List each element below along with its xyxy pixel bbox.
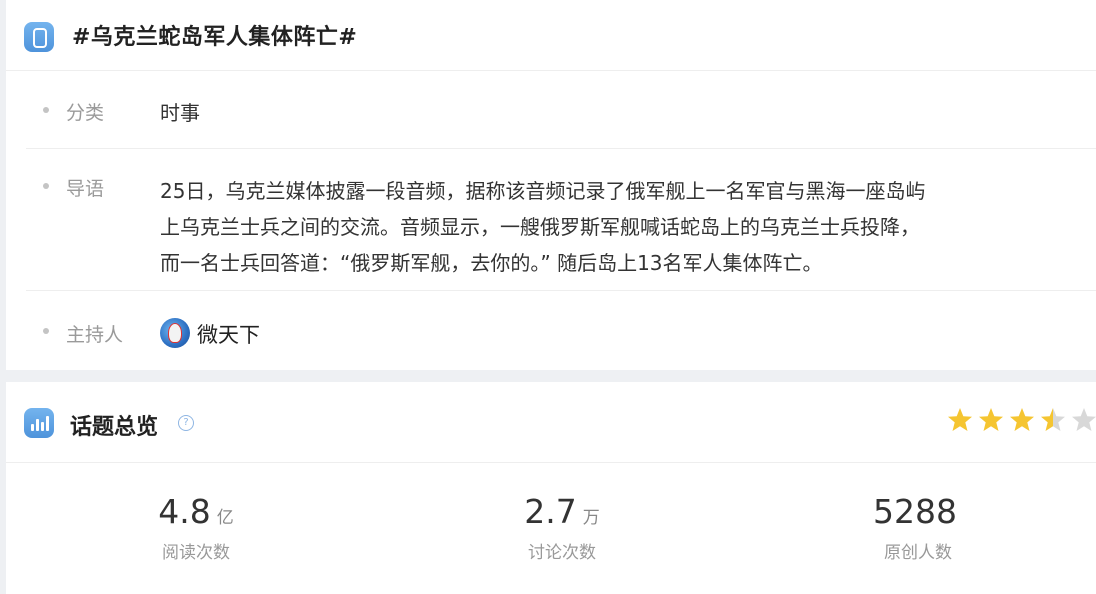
stat-original-authors: 5288 原创人数 xyxy=(818,492,1018,563)
bullet-dot xyxy=(43,183,49,189)
bullet-dot xyxy=(43,328,49,334)
host-label: 主持人 xyxy=(66,324,124,346)
stat-discussion-count: 2.7 万 讨论次数 xyxy=(462,492,662,563)
stat-label: 原创人数 xyxy=(884,543,952,563)
topic-card: #乌克兰蛇岛军人集体阵亡# 分类 时事 导语 25日，乌克兰媒体披露一段音频，据… xyxy=(6,0,1096,370)
star-icon xyxy=(979,408,1003,431)
category-row: 分类 时事 xyxy=(26,70,1096,149)
intro-line: 25日，乌克兰媒体披露一段音频，据称该音频记录了俄军舰上一名军官与黑海一座岛屿 xyxy=(160,179,926,203)
overview-header: 话题总览 ? xyxy=(6,382,1096,463)
category-value[interactable]: 时事 xyxy=(160,97,200,126)
chart-bars-icon xyxy=(24,408,54,438)
topic-title-row: #乌克兰蛇岛军人集体阵亡# xyxy=(6,0,1096,71)
category-label: 分类 xyxy=(66,102,105,124)
stat-label: 阅读次数 xyxy=(162,543,230,563)
stat-value: 4.8 xyxy=(158,492,211,531)
host-row: 主持人 微天下 xyxy=(26,290,1096,370)
intro-row: 导语 25日，乌克兰媒体披露一段音频，据称该音频记录了俄军舰上一名军官与黑海一座… xyxy=(26,148,1096,291)
stat-label: 讨论次数 xyxy=(528,543,596,563)
stat-read-count: 4.8 亿 阅读次数 xyxy=(96,492,296,563)
star-icon xyxy=(1041,408,1065,431)
help-circle-icon[interactable]: ? xyxy=(178,415,194,431)
stat-unit: 万 xyxy=(582,508,600,528)
stat-value: 2.7 xyxy=(524,492,577,531)
intro-line: 而一名士兵回答道：“俄罗斯军舰，去你的。” 随后岛上13名军人集体阵亡。 xyxy=(160,251,823,275)
star-icon xyxy=(948,408,972,431)
stat-unit: 亿 xyxy=(216,508,234,528)
overview-title: 话题总览 xyxy=(70,415,159,440)
intro-line: 上乌克兰士兵之间的交流。音频显示，一艘俄罗斯军舰喊话蛇岛上的乌克兰士兵投降， xyxy=(160,215,920,239)
topic-title[interactable]: #乌克兰蛇岛军人集体阵亡# xyxy=(72,19,357,51)
stat-value: 5288 xyxy=(873,492,957,531)
rating-stars xyxy=(946,406,1096,436)
star-icon xyxy=(1072,408,1096,431)
topic-hash-icon xyxy=(24,22,54,52)
overview-card: 话题总览 ? 4.8 亿 阅读次数 2.7 万 讨论次数 5288 原创人数 xyxy=(6,382,1096,594)
intro-text: 25日，乌克兰媒体披露一段音频，据称该音频记录了俄军舰上一名军官与黑海一座岛屿 … xyxy=(160,173,1096,281)
star-icon xyxy=(1010,408,1034,431)
bullet-dot xyxy=(43,107,49,113)
intro-label: 导语 xyxy=(66,178,105,200)
host-name-link[interactable]: 微天下 xyxy=(197,319,260,349)
avatar[interactable] xyxy=(160,318,190,348)
